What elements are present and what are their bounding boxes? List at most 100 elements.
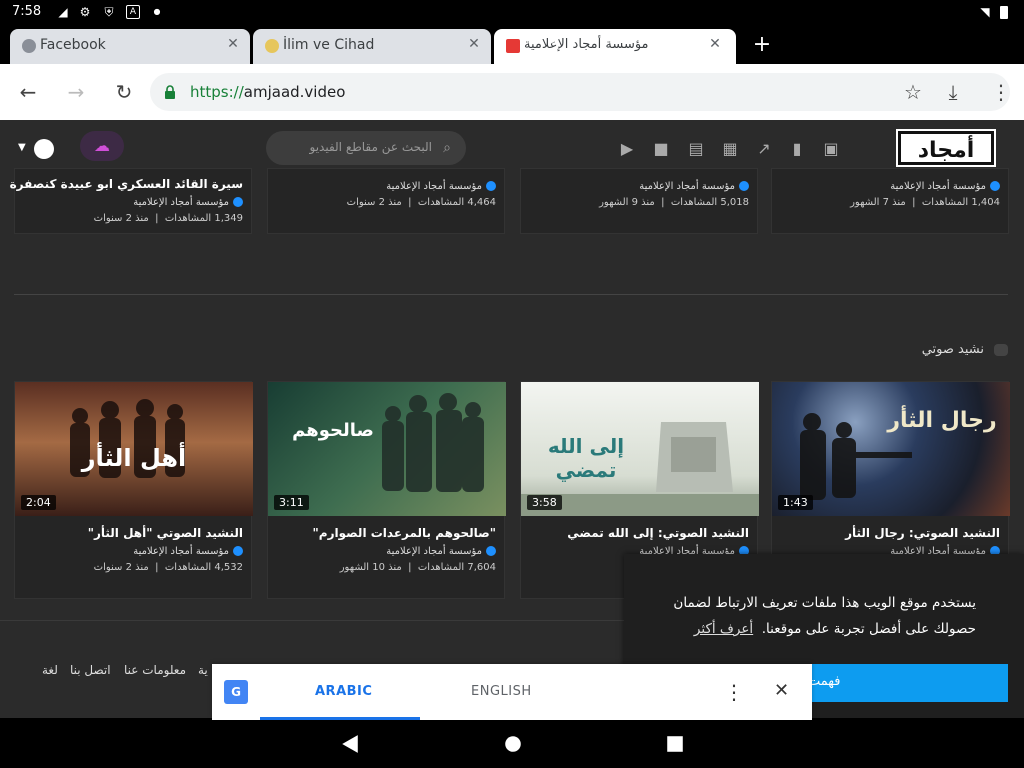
accept-cookies-button[interactable]: فهمت — [808, 664, 1008, 702]
channel-name[interactable]: مؤسسة أمجاد الإعلامية — [133, 546, 243, 557]
close-icon[interactable]: ✕ — [224, 35, 242, 53]
translate-bar: G ARABIC ENGLISH ⋮ ✕ — [212, 664, 812, 720]
download-icon[interactable]: ⤓ — [941, 80, 965, 104]
forward-arrow-icon[interactable]: → — [64, 80, 88, 104]
video-title[interactable]: "صالحوهم بالمرعدات الصوارم" — [313, 526, 496, 540]
video-card[interactable]: مؤسسة أمجاد الإعلامية 5,018 المشاهدات | … — [520, 168, 758, 234]
video-card[interactable]: أهل الثأر 2:04 النشيد الصوتي "أهل الثأر"… — [14, 381, 253, 599]
channel-name[interactable]: مؤسسة أمجاد الإعلامية — [890, 181, 1000, 192]
learn-more-link[interactable]: أعرف أكثر — [694, 621, 753, 637]
site-logo[interactable]: أمجاد — [896, 129, 996, 167]
video-title[interactable]: النشيد الصوتي: رجال الثأر — [845, 526, 1000, 540]
section-icon — [994, 344, 1008, 356]
play-icon[interactable]: ▶ — [616, 138, 638, 160]
tab-amjaad[interactable]: مؤسسة أمجاد الإعلامية ✕ — [494, 29, 736, 64]
tab-target-language[interactable]: ENGLISH — [471, 684, 532, 699]
close-icon[interactable]: ✕ — [774, 680, 789, 701]
trending-icon[interactable]: ↗ — [753, 138, 775, 160]
navigation-bar — [0, 720, 1024, 768]
signal-icon: ◢ — [58, 5, 68, 19]
film-icon[interactable]: ▦ — [719, 138, 741, 160]
play-icon — [506, 39, 520, 53]
star-icon[interactable]: ☆ — [901, 80, 925, 104]
more-options-icon[interactable]: ⋮ — [724, 680, 744, 704]
video-card[interactable]: سيرة القائد العسكري ابو عبيدة كنصفرة مؤس… — [10, 168, 252, 234]
wifi-icon: ◥ — [980, 5, 990, 19]
tab-source-language[interactable]: ARABIC — [315, 684, 372, 699]
footer-link-language[interactable]: لغة — [42, 663, 58, 677]
video-title[interactable]: النشيد الصوتي: إلى الله تمضي — [567, 526, 749, 540]
thumbnail-title: أهل الثأر — [81, 444, 187, 472]
library-icon[interactable]: ▣ — [820, 138, 842, 160]
search-input[interactable]: البحث عن مقاطع الفيديو ⌕ — [266, 131, 466, 165]
globe-icon — [22, 39, 36, 53]
channel-name[interactable]: مؤسسة أمجاد الإعلامية — [386, 546, 496, 557]
channel-name[interactable]: مؤسسة أمجاد الإعلامية — [639, 181, 749, 192]
google-translate-icon: G — [224, 680, 248, 704]
recents-icon[interactable] — [665, 734, 685, 754]
reload-icon[interactable]: ↻ — [112, 80, 136, 104]
page-content: أمجاد ▣ ▮ ↗ ▦ ▤ ■ ▶ البحث عن مقاطع الفيد… — [0, 120, 1024, 718]
a-icon: A — [126, 5, 140, 19]
menu-dots-icon[interactable]: ⋮ — [989, 80, 1013, 104]
battery-icon — [1000, 6, 1008, 19]
verified-icon — [486, 181, 496, 191]
search-placeholder: البحث عن مقاطع الفيديو — [309, 140, 433, 154]
tab-label: مؤسسة أمجاد الإعلامية — [524, 37, 649, 52]
search-icon[interactable]: ⌕ — [438, 139, 456, 157]
video-card[interactable]: مؤسسة أمجاد الإعلامية 1,404 المشاهدات | … — [771, 168, 1009, 234]
channel-name[interactable]: مؤسسة أمجاد الإعلامية — [386, 181, 496, 192]
thumbnail-title: إلى الله تمضي — [547, 434, 625, 482]
chart-icon[interactable]: ▮ — [786, 138, 808, 160]
video-card[interactable]: مؤسسة أمجاد الإعلامية 4,464 المشاهدات | … — [267, 168, 505, 234]
footer-link-about[interactable]: معلومات عنا — [124, 663, 186, 677]
status-bar: 7:58 ◢ ⚙ ⛨ A ● ◥ — [0, 0, 1024, 24]
new-tab-button[interactable]: + — [750, 33, 774, 57]
verified-icon — [739, 181, 749, 191]
lock-icon — [164, 84, 176, 99]
video-meta: 4,464 المشاهدات | منذ 2 سنوات — [346, 197, 496, 208]
thumbnail-title: رجال الثأر — [887, 408, 997, 433]
cookie-text: يستخدم موقع الويب هذا ملفات تعريف الارتب… — [673, 595, 976, 637]
caret-down-icon[interactable]: ▼ — [18, 142, 26, 153]
video-title[interactable]: سيرة القائد العسكري ابو عبيدة كنصفرة — [10, 177, 243, 191]
video-thumbnail[interactable]: أهل الثأر 2:04 — [15, 382, 253, 516]
tab-label: İlim ve Cihad — [283, 37, 375, 53]
home-icon[interactable] — [503, 734, 523, 754]
address-bar[interactable]: https://amjaad.video — [150, 73, 1010, 111]
video-meta: 4,532 المشاهدات | منذ 2 سنوات — [93, 562, 243, 573]
channel-name[interactable]: مؤسسة أمجاد الإعلامية — [133, 197, 243, 208]
status-time: 7:58 — [12, 4, 42, 19]
duration-badge: 1:43 — [778, 495, 813, 510]
upload-icon[interactable]: ☁ — [80, 131, 124, 161]
bell-icon — [265, 39, 279, 53]
duration-badge: 3:11 — [274, 495, 309, 510]
close-icon[interactable]: ✕ — [465, 35, 483, 53]
video-card[interactable]: صالحوهم 3:11 "صالحوهم بالمرعدات الصوارم"… — [267, 381, 506, 599]
thumbnail-title: صالحوهم — [292, 420, 374, 441]
video-meta: 1,349 المشاهدات | منذ 2 سنوات — [93, 213, 243, 224]
account-icon[interactable] — [34, 139, 54, 159]
video-meta: 7,604 المشاهدات | منذ 10 الشهور — [339, 562, 496, 573]
tab-facebook[interactable]: Facebook ✕ — [10, 29, 250, 64]
video-thumbnail[interactable]: رجال الثأر 1:43 — [772, 382, 1010, 516]
back-icon[interactable] — [340, 734, 360, 754]
video-thumbnail[interactable]: إلى الله تمضي 3:58 — [521, 382, 759, 516]
section-title[interactable]: نشيد صوتي — [922, 342, 984, 357]
section-divider — [14, 294, 1008, 295]
tab-label: Facebook — [40, 37, 106, 53]
video-meta: 5,018 المشاهدات | منذ 9 الشهور — [599, 197, 749, 208]
video-camera-icon[interactable]: ■ — [650, 138, 672, 160]
close-icon[interactable]: ✕ — [706, 35, 724, 53]
tab-strip: Facebook ✕ İlim ve Cihad ✕ مؤسسة أمجاد ا… — [0, 24, 1024, 64]
back-arrow-icon[interactable]: ← — [16, 80, 40, 104]
footer-link-partial[interactable]: ية — [198, 663, 208, 677]
duration-badge: 2:04 — [21, 495, 56, 510]
tab-ilim-ve-cihad[interactable]: İlim ve Cihad ✕ — [253, 29, 491, 64]
shield-icon: ⛨ — [104, 5, 114, 19]
footer-link-contact[interactable]: اتصل بنا — [70, 663, 111, 677]
playlist-icon[interactable]: ▤ — [685, 138, 707, 160]
verified-icon — [233, 546, 243, 556]
video-title[interactable]: النشيد الصوتي "أهل الثأر" — [88, 526, 243, 540]
video-thumbnail[interactable]: صالحوهم 3:11 — [268, 382, 506, 516]
